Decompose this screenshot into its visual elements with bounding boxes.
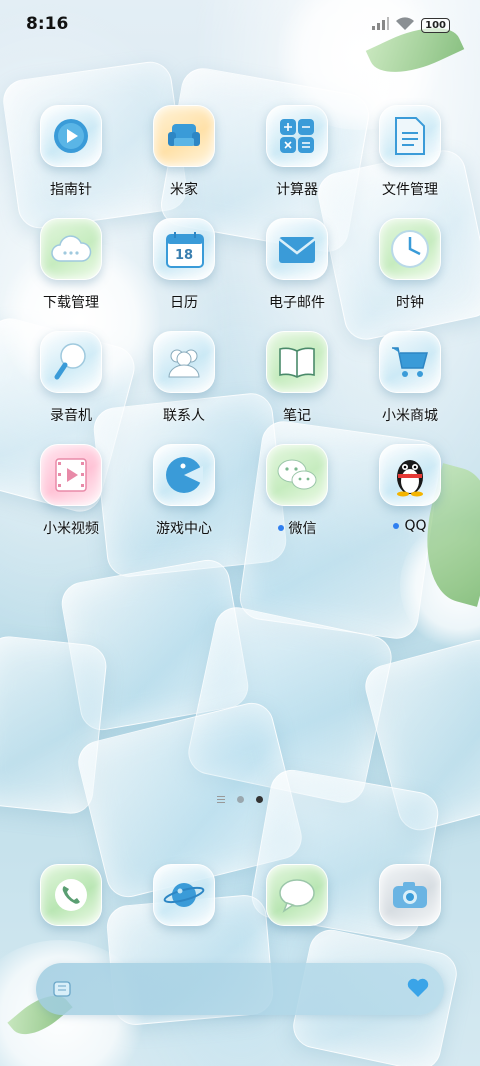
app-label: 微信 xyxy=(288,521,317,537)
app-calculator[interactable]: 计算器 xyxy=(241,105,353,199)
app-label: 联系人 xyxy=(163,408,205,424)
app-mi-store[interactable]: 小米商城 xyxy=(354,331,466,425)
page-dot-2-active xyxy=(256,796,263,803)
app-label: 小米视频 xyxy=(43,521,99,537)
battery-indicator: 100 xyxy=(421,18,450,33)
app-label: 计算器 xyxy=(276,182,318,198)
envelope-icon xyxy=(266,218,328,280)
app-label: 指南针 xyxy=(50,182,92,198)
status-bar: 8:16 100 xyxy=(0,0,480,48)
game-pacman-icon xyxy=(153,444,215,506)
app-label: QQ xyxy=(404,518,427,534)
phone-icon xyxy=(40,864,102,926)
app-label: 录音机 xyxy=(50,408,92,424)
wechat-icon xyxy=(266,444,328,506)
wifi-icon xyxy=(395,16,415,35)
dock-messages[interactable] xyxy=(266,864,328,926)
shopping-cart-icon xyxy=(379,331,441,393)
app-notes[interactable]: 笔记 xyxy=(241,331,353,425)
video-icon xyxy=(40,444,102,506)
compass-icon xyxy=(40,105,102,167)
app-clock[interactable]: 时钟 xyxy=(354,218,466,312)
app-game-center[interactable]: 游戏中心 xyxy=(128,444,240,538)
notification-dot xyxy=(277,525,284,531)
penguin-icon xyxy=(379,444,441,506)
list-view-icon xyxy=(217,796,225,803)
document-icon xyxy=(379,105,441,167)
sofa-icon xyxy=(153,105,215,167)
app-calendar[interactable]: 18 日历 xyxy=(128,218,240,312)
calculator-icon xyxy=(266,105,328,167)
calendar-day: 18 xyxy=(174,247,194,263)
notification-dot xyxy=(393,523,400,529)
status-time: 8:16 xyxy=(26,14,69,34)
app-label: 时钟 xyxy=(396,295,424,311)
microphone-icon xyxy=(40,331,102,393)
clock-icon xyxy=(379,218,441,280)
calendar-icon: 18 xyxy=(153,218,215,280)
app-qq[interactable]: QQ xyxy=(354,444,466,534)
app-mi-video[interactable]: 小米视频 xyxy=(15,444,127,538)
dock-browser[interactable] xyxy=(153,864,215,926)
app-wechat[interactable]: 微信 xyxy=(241,444,353,538)
app-label: 小米商城 xyxy=(382,408,438,424)
ice-cube-icon xyxy=(52,979,72,1003)
page-dot-1 xyxy=(237,796,244,803)
app-recorder[interactable]: 录音机 xyxy=(15,331,127,425)
app-mijia[interactable]: 米家 xyxy=(128,105,240,199)
planet-browser-icon xyxy=(153,864,215,926)
page-indicator[interactable] xyxy=(0,796,480,803)
app-label: 电子邮件 xyxy=(269,295,325,311)
app-download-manager[interactable]: 下载管理 xyxy=(15,218,127,312)
app-compass[interactable]: 指南针 xyxy=(15,105,127,199)
camera-icon xyxy=(379,864,441,926)
cloud-icon xyxy=(40,218,102,280)
app-label: 米家 xyxy=(170,182,198,198)
app-label: 日历 xyxy=(170,295,198,311)
dock-camera[interactable] xyxy=(379,864,441,926)
dock-phone[interactable] xyxy=(40,864,102,926)
app-label: 笔记 xyxy=(283,408,311,424)
app-label: 文件管理 xyxy=(382,182,438,198)
contacts-icon xyxy=(153,331,215,393)
book-icon xyxy=(266,331,328,393)
app-email[interactable]: 电子邮件 xyxy=(241,218,353,312)
app-label: 游戏中心 xyxy=(156,521,212,537)
app-label: 下载管理 xyxy=(43,295,99,311)
app-contacts[interactable]: 联系人 xyxy=(128,331,240,425)
message-bubble-icon xyxy=(266,864,328,926)
signal-icon xyxy=(371,16,390,35)
search-bar[interactable] xyxy=(36,963,444,1015)
status-icons: 100 xyxy=(371,16,450,35)
heart-icon[interactable] xyxy=(406,976,430,1004)
app-file-manager[interactable]: 文件管理 xyxy=(354,105,466,199)
